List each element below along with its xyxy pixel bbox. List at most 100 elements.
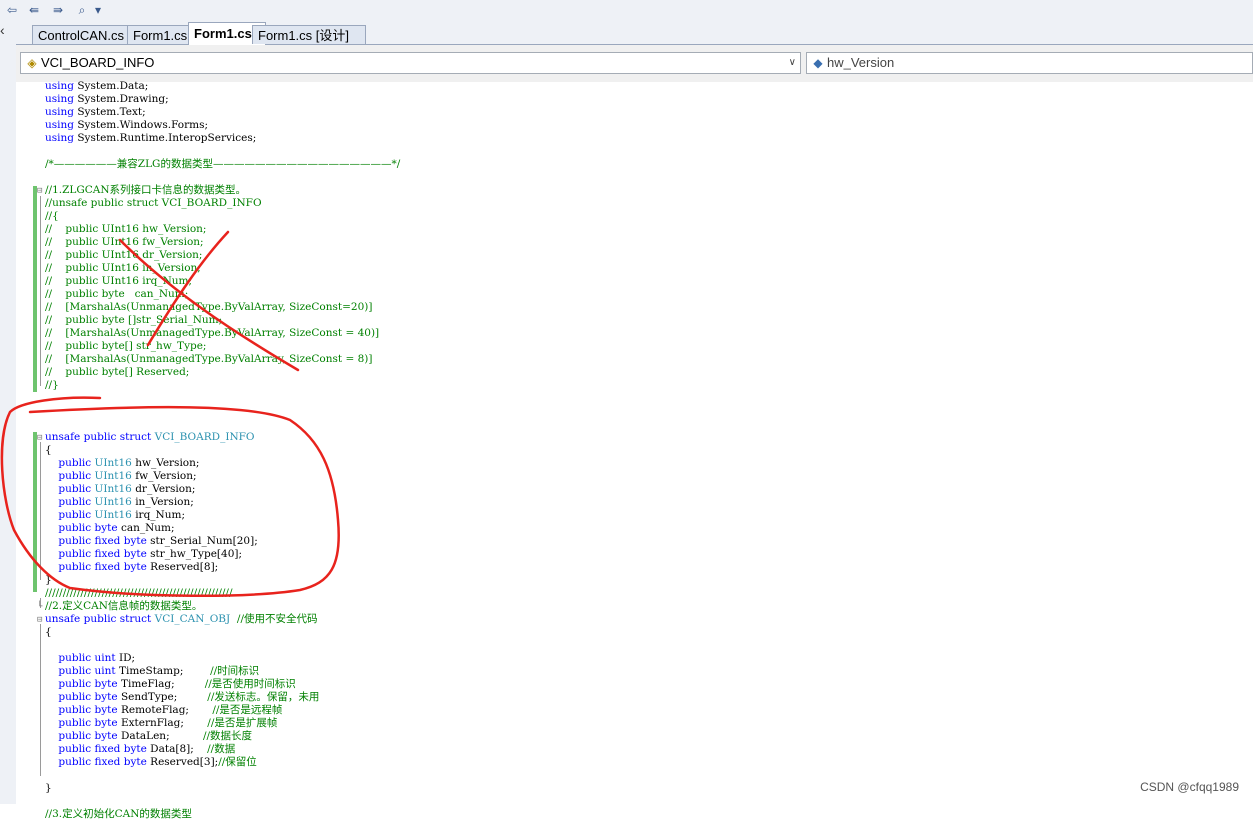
code-line: public UInt16 hw_Version; bbox=[37, 457, 199, 470]
type-combobox[interactable]: ◈ VCI_BOARD_INFO ∨ bbox=[20, 52, 801, 74]
code-text: public fixed byte Data[8]; //数据 bbox=[58, 743, 236, 755]
code-line: public byte SendType; //发送标志。保留，未用 bbox=[37, 691, 319, 704]
code-line: public fixed byte Data[8]; //数据 bbox=[37, 743, 235, 756]
code-text: //1.ZLGCAN系列接口卡信息的数据类型。 bbox=[45, 184, 247, 196]
code-line: } bbox=[37, 782, 52, 795]
code-text: // public byte []str_Serial_Num; bbox=[45, 314, 223, 326]
nav-prev-bookmark-icon[interactable]: ⇚ bbox=[26, 2, 42, 18]
code-text: public uint TimeStamp; //时间标识 bbox=[58, 665, 260, 677]
code-text: { bbox=[45, 444, 52, 456]
code-line: ⊟//1.ZLGCAN系列接口卡信息的数据类型。 bbox=[37, 184, 246, 197]
code-text: //} bbox=[45, 379, 59, 391]
code-text: // public byte can_Num; bbox=[45, 288, 189, 300]
code-line: ⊟ unsafe public struct VCI_BOARD_INFO bbox=[37, 431, 255, 444]
code-text: //{ bbox=[45, 210, 59, 222]
watermark: CSDN @cfqq1989 bbox=[1140, 780, 1239, 794]
code-line: public byte TimeFlag; //是否使用时间标识 bbox=[37, 678, 295, 691]
code-text: // public UInt16 in_Version; bbox=[45, 262, 201, 274]
code-line: public fixed byte str_hw_Type[40]; bbox=[37, 548, 242, 561]
code-line: public UInt16 dr_Version; bbox=[37, 483, 195, 496]
find-icon[interactable]: ⌕ bbox=[74, 2, 90, 18]
code-line: public byte DataLen; //数据长度 bbox=[37, 730, 252, 743]
nav-next-bookmark-icon[interactable]: ⇛ bbox=[50, 2, 66, 18]
code-line: public UInt16 in_Version; bbox=[37, 496, 194, 509]
code-text: } bbox=[45, 782, 52, 794]
code-line: public fixed byte Reserved[8]; bbox=[37, 561, 218, 574]
code-text: ////////////////////////////////////////… bbox=[45, 587, 233, 599]
code-text: // public UInt16 fw_Version; bbox=[45, 236, 204, 248]
code-line: using System.Drawing; bbox=[37, 93, 169, 106]
code-line: // public byte can_Num; bbox=[37, 288, 188, 301]
code-line: // [MarshalAs(UnmanagedType.ByValArray, … bbox=[37, 353, 372, 366]
code-text: unsafe public struct VCI_BOARD_INFO bbox=[45, 431, 255, 443]
code-text: } bbox=[45, 574, 52, 586]
tab-form1-designer[interactable]: Form1.cs [设计] bbox=[252, 25, 366, 44]
nav-back-icon[interactable]: ⇦ bbox=[4, 2, 20, 18]
code-line: public byte RemoteFlag; //是否是远程帧 bbox=[37, 704, 282, 717]
code-line: //3.定义初始化CAN的数据类型 bbox=[37, 808, 192, 821]
chevron-down-icon[interactable]: ∨ bbox=[789, 53, 796, 73]
tab-label: ControlCAN.cs bbox=[38, 28, 124, 43]
code-line: └//2.定义CAN信息帧的数据类型。 bbox=[37, 600, 202, 613]
code-text: public byte ExternFlag; //是否是扩展帧 bbox=[58, 717, 278, 729]
code-line: ////////////////////////////////////////… bbox=[37, 587, 233, 600]
code-text: using System.Windows.Forms; bbox=[45, 119, 209, 131]
code-text: public fixed byte Reserved[8]; bbox=[58, 561, 219, 573]
tab-label: Form1.cs bbox=[133, 28, 188, 43]
document-tab-bar: ControlCAN.cs Form1.cs Form1.cs Form1.cs… bbox=[16, 22, 1253, 45]
code-text: public UInt16 fw_Version; bbox=[58, 470, 197, 482]
code-line: //{ bbox=[37, 210, 59, 223]
code-text: public byte DataLen; //数据长度 bbox=[58, 730, 253, 742]
code-line: public byte ExternFlag; //是否是扩展帧 bbox=[37, 717, 277, 730]
code-line: // [MarshalAs(UnmanagedType.ByValArray, … bbox=[37, 301, 372, 314]
code-text: // public UInt16 dr_Version; bbox=[45, 249, 203, 261]
code-line: public uint ID; bbox=[37, 652, 135, 665]
code-text: public byte RemoteFlag; //是否是远程帧 bbox=[58, 704, 283, 716]
code-line: using System.Data; bbox=[37, 80, 148, 93]
code-line: // [MarshalAs(UnmanagedType.ByValArray, … bbox=[37, 327, 379, 340]
toolbar-overflow-icon[interactable]: ▾ bbox=[94, 2, 102, 18]
tab-controlcan-cs[interactable]: ControlCAN.cs bbox=[32, 25, 142, 44]
code-line: using System.Windows.Forms; bbox=[37, 119, 208, 132]
left-side-strip bbox=[0, 22, 16, 804]
code-line: // public UInt16 hw_Version; bbox=[37, 223, 206, 236]
code-text: public fixed byte Reserved[3];//保留位 bbox=[58, 756, 257, 768]
code-navigation-bar: ◈ VCI_BOARD_INFO ∨ ◆ hw_Version bbox=[16, 45, 1253, 83]
code-text: public UInt16 in_Version; bbox=[58, 496, 194, 508]
code-text: //2.定义CAN信息帧的数据类型。 bbox=[45, 600, 203, 612]
code-text: using System.Runtime.InteropServices; bbox=[45, 132, 257, 144]
code-text: // [MarshalAs(UnmanagedType.ByValArray, … bbox=[45, 327, 380, 339]
code-text: { bbox=[45, 626, 52, 638]
code-text: // public UInt16 irq_Num; bbox=[45, 275, 193, 287]
code-text: using System.Drawing; bbox=[45, 93, 169, 105]
collapse-panel-icon[interactable]: ‹ bbox=[0, 22, 12, 38]
code-line: public UInt16 fw_Version; bbox=[37, 470, 197, 483]
code-text: public byte SendType; //发送标志。保留，未用 bbox=[58, 691, 320, 703]
code-text: unsafe public struct VCI_CAN_OBJ //使用不安全… bbox=[45, 613, 318, 625]
code-text: // public UInt16 hw_Version; bbox=[45, 223, 207, 235]
code-line: // public UInt16 fw_Version; bbox=[37, 236, 204, 249]
code-line: ⊟ unsafe public struct VCI_CAN_OBJ //使用不安… bbox=[37, 613, 318, 626]
code-line: public uint TimeStamp; //时间标识 bbox=[37, 665, 259, 678]
code-line: public UInt16 irq_Num; bbox=[37, 509, 185, 522]
code-text: // [MarshalAs(UnmanagedType.ByValArray, … bbox=[45, 301, 373, 313]
code-line: // public UInt16 in_Version; bbox=[37, 262, 201, 275]
member-combobox-value: hw_Version bbox=[827, 55, 895, 70]
code-line: } bbox=[37, 574, 52, 587]
code-line: //} bbox=[37, 379, 59, 392]
code-line: // public UInt16 irq_Num; bbox=[37, 275, 192, 288]
tab-label: Form1.cs [设计] bbox=[258, 28, 350, 43]
code-line: // public byte[] Reserved; bbox=[37, 366, 189, 379]
code-text: // [MarshalAs(UnmanagedType.ByValArray, … bbox=[45, 353, 373, 365]
member-combobox[interactable]: ◆ hw_Version bbox=[806, 52, 1253, 74]
code-text: using System.Text; bbox=[45, 106, 146, 118]
code-text: //3.定义初始化CAN的数据类型 bbox=[45, 808, 192, 820]
code-text: using System.Data; bbox=[45, 80, 149, 92]
